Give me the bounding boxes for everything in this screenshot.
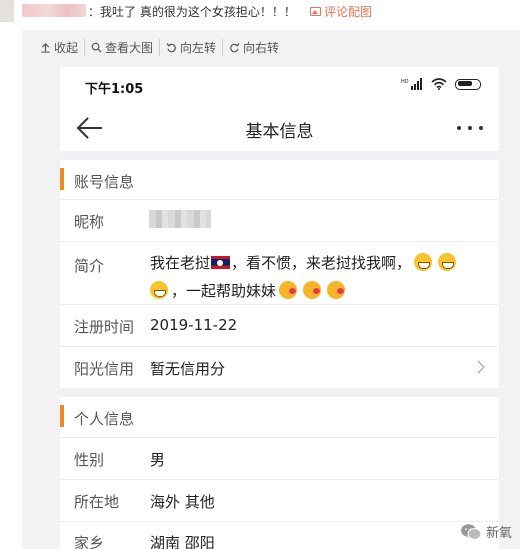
battery-icon xyxy=(455,78,481,90)
account-section-header: 账号信息 xyxy=(60,161,499,199)
gender-key: 性别 xyxy=(74,451,105,469)
gender-row: 性别 男 xyxy=(60,437,499,479)
wifi-icon xyxy=(431,78,447,90)
laos-flag-icon xyxy=(211,256,231,269)
rotate-right-button[interactable]: 向右转 xyxy=(222,38,285,56)
bio-row: 简介 我在老挝 ，看不惯，来老挝找我啊， ，一起帮助妹妹 xyxy=(60,241,499,304)
wechat-logo-icon xyxy=(460,523,482,540)
rotate-right-icon xyxy=(230,42,240,52)
grin-emoji-icon xyxy=(150,281,168,299)
grin-emoji-icon xyxy=(414,253,433,271)
bio-text: 我在老挝 ，看不惯，来老挝找我啊， ，一起帮助妹妹 xyxy=(150,249,480,305)
rotate-left-button[interactable]: 向左转 xyxy=(159,38,222,56)
bio-part2: ，看不惯，来老挝找我啊， xyxy=(231,254,412,272)
hometown-value: 湖南 邵阳 xyxy=(150,534,215,549)
rotate-left-icon xyxy=(166,42,176,52)
view-large-label: 查看大图 xyxy=(105,40,154,55)
personal-section-title: 个人信息 xyxy=(74,410,135,428)
register-time-value: 2019-11-22 xyxy=(150,316,238,334)
collapse-label: 收起 xyxy=(54,40,79,55)
location-key: 所在地 xyxy=(74,493,120,511)
collapse-icon xyxy=(41,42,50,53)
status-time: 下午1:05 xyxy=(85,82,144,97)
hd-label: HD xyxy=(401,79,409,85)
comment-bar: ：我吐了 真的很为这个女孩担心！！！ 评论配图 xyxy=(0,0,520,22)
rotate-left-label: 向左转 xyxy=(180,40,217,55)
sunshine-credit-row[interactable]: 阳光信用 暂无信用分 xyxy=(60,346,499,388)
kiss-emoji-icon xyxy=(327,281,346,299)
section-accent-bar xyxy=(60,168,64,190)
account-section-title: 账号信息 xyxy=(74,173,135,191)
sunshine-credit-key: 阳光信用 xyxy=(74,360,135,378)
magnify-icon xyxy=(91,42,102,53)
register-time-row: 注册时间 2019-11-22 xyxy=(60,304,499,346)
personal-section-header: 个人信息 xyxy=(60,398,499,436)
bio-part1: 我在老挝 xyxy=(150,254,211,272)
nickname-row: 昵称 xyxy=(60,199,499,241)
image-toolbar: 收起 查看大图 向左转 向右转 xyxy=(34,37,285,57)
image-icon xyxy=(310,7,321,16)
bio-key: 简介 xyxy=(74,257,105,275)
section-accent-bar xyxy=(60,405,64,427)
hometown-row: 家乡 湖南 邵阳 xyxy=(60,521,499,549)
section-divider xyxy=(60,388,499,397)
status-icons: HD xyxy=(401,78,481,90)
phone-screenshot: 下午1:05 HD 基本信息 账号信息 昵称 简介 我在老挝 ，看不惯，来老挝找… xyxy=(60,67,499,549)
grin-emoji-icon xyxy=(438,253,457,271)
page-title: 基本信息 xyxy=(245,122,314,142)
kiss-emoji-icon xyxy=(303,281,322,299)
comment-image-link[interactable]: 评论配图 xyxy=(310,3,372,20)
blurred-username xyxy=(22,4,86,17)
bio-part3: ，一起帮助妹妹 xyxy=(171,282,277,300)
comment-text: ：我吐了 真的很为这个女孩担心！！！ xyxy=(88,5,296,19)
more-icon[interactable] xyxy=(455,119,485,137)
rotate-right-label: 向右转 xyxy=(243,40,280,55)
view-large-button[interactable]: 查看大图 xyxy=(84,38,159,56)
collapse-button[interactable]: 收起 xyxy=(34,39,84,56)
blurred-nickname xyxy=(149,210,211,228)
status-bar: 下午1:05 HD xyxy=(60,67,499,105)
watermark: 新氧 xyxy=(460,522,512,541)
gender-value: 男 xyxy=(150,451,166,469)
nickname-key: 昵称 xyxy=(74,213,105,231)
watermark-label: 新氧 xyxy=(485,526,512,541)
hometown-key: 家乡 xyxy=(74,534,105,549)
nav-bar: 基本信息 xyxy=(60,105,499,151)
kiss-emoji-icon xyxy=(279,281,298,299)
sunshine-credit-value: 暂无信用分 xyxy=(150,360,226,378)
signal-icon: HD xyxy=(401,78,422,90)
location-value: 海外 其他 xyxy=(150,493,215,511)
register-time-key: 注册时间 xyxy=(74,318,135,336)
location-row: 所在地 海外 其他 xyxy=(60,479,499,521)
section-divider xyxy=(60,151,499,160)
chevron-right-icon xyxy=(477,360,485,374)
avatar[interactable] xyxy=(0,0,14,22)
comment-image-link-label: 评论配图 xyxy=(324,5,373,19)
